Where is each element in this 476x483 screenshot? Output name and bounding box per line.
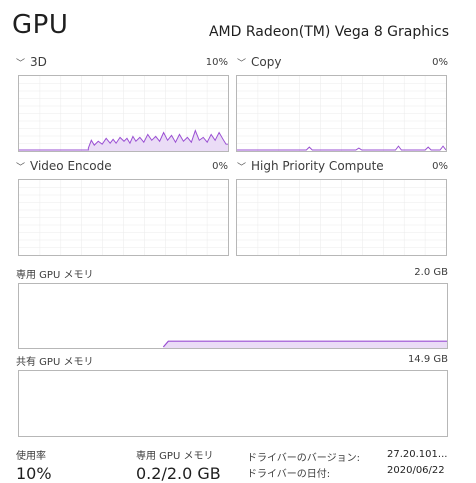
engine-label: 3D bbox=[30, 55, 47, 69]
dedicated-gpu-memory-label: 専用 GPU メモリ bbox=[136, 451, 214, 462]
driver-date-value: 2020/06/22 bbox=[387, 465, 445, 476]
grid-high-priority-compute bbox=[237, 180, 446, 255]
chevron-down-icon: ﹀ bbox=[237, 163, 247, 173]
graph-copy bbox=[236, 75, 447, 152]
engine-selector-high-priority-compute[interactable]: ﹀ High Priority Compute bbox=[237, 159, 384, 173]
chevron-down-icon: ﹀ bbox=[16, 59, 26, 69]
shared-memory-label: 共有 GPU メモリ bbox=[16, 357, 94, 368]
graph-dedicated-memory bbox=[18, 283, 448, 349]
engine-label: Copy bbox=[251, 55, 282, 69]
engine-selector-3d[interactable]: ﹀ 3D bbox=[16, 55, 47, 69]
page-title: GPU bbox=[12, 10, 69, 40]
grid-copy bbox=[237, 76, 446, 151]
grid-video-encode bbox=[19, 180, 228, 255]
engine-value-high-priority-compute: 0% bbox=[432, 161, 448, 172]
graph-shared-memory bbox=[18, 370, 448, 437]
graph-high-priority-compute bbox=[236, 179, 447, 256]
driver-date-label: ドライバーの日付: bbox=[247, 469, 331, 480]
dedicated-memory-label: 専用 GPU メモリ bbox=[16, 270, 94, 281]
shared-memory-value: 14.9 GB bbox=[407, 354, 448, 365]
chevron-down-icon: ﹀ bbox=[237, 59, 247, 69]
graph-video-encode bbox=[18, 179, 229, 256]
dedicated-memory-value: 2.0 GB bbox=[414, 267, 448, 278]
usage-label: 使用率 bbox=[16, 451, 46, 462]
engine-label: High Priority Compute bbox=[251, 159, 384, 173]
driver-version-value: 27.20.101... bbox=[387, 449, 448, 460]
chevron-down-icon: ﹀ bbox=[16, 163, 26, 173]
engine-value-3d: 10% bbox=[205, 57, 228, 68]
engine-value-copy: 0% bbox=[432, 57, 448, 68]
engine-selector-copy[interactable]: ﹀ Copy bbox=[237, 55, 281, 69]
engine-selector-video-encode[interactable]: ﹀ Video Encode bbox=[16, 159, 112, 173]
engine-value-video-encode: 0% bbox=[212, 161, 228, 172]
graph-3d bbox=[18, 75, 229, 152]
gpu-adapter-name: AMD Radeon(TM) Vega 8 Graphics bbox=[208, 24, 449, 40]
driver-version-label: ドライバーのバージョン: bbox=[247, 453, 360, 464]
dedicated-memory-fill bbox=[163, 341, 447, 348]
engine-label: Video Encode bbox=[30, 159, 112, 173]
